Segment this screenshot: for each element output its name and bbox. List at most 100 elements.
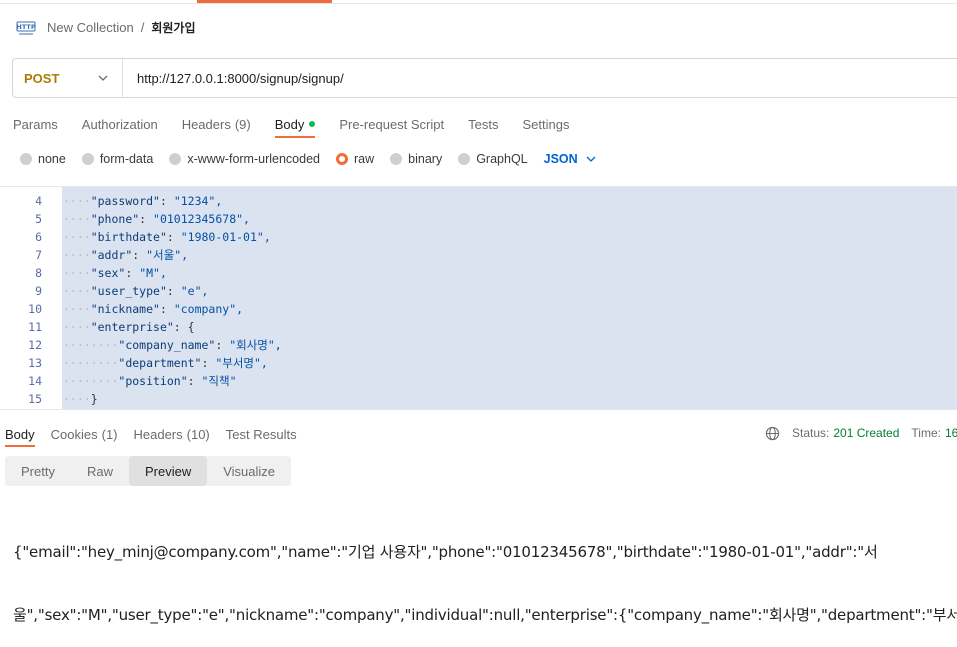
radio-label: binary	[408, 152, 443, 166]
code-text: "company_name": "회사명",	[118, 338, 282, 352]
radio-circle	[458, 153, 471, 165]
line-number: 13	[28, 356, 42, 370]
breadcrumb-collection[interactable]: New Collection	[47, 20, 134, 35]
code-text: }	[90, 392, 98, 406]
code-text: "phone": "01012345678",	[90, 212, 250, 226]
radio-raw[interactable]: raw	[336, 152, 374, 166]
status-label: Status:	[792, 426, 830, 440]
line-number: 12	[28, 338, 42, 352]
radio-label: form-data	[99, 152, 154, 166]
code-text: "enterprise": {	[90, 320, 195, 334]
modified-dot	[309, 121, 316, 127]
response-tab-test-results[interactable]: Test Results	[218, 421, 305, 447]
tab-label: Body	[5, 426, 35, 442]
radio-circle	[390, 153, 403, 165]
indent-whitespace: ····	[63, 302, 91, 316]
code-line: 4 ····"password": "1234",	[0, 192, 222, 210]
line-number: 14	[28, 374, 42, 388]
indent-whitespace: ····	[63, 392, 91, 406]
code-text: "department": "부서명",	[118, 356, 268, 370]
method-select[interactable]: POST	[13, 59, 123, 97]
indent-whitespace: ········	[63, 338, 119, 352]
status-value[interactable]: 201 Created	[833, 426, 899, 440]
http-request-icon: HTTP	[16, 18, 36, 36]
radio-graphql[interactable]: GraphQL	[458, 152, 528, 166]
tab-label: Headers	[181, 116, 231, 132]
line-number: 6	[35, 230, 42, 244]
response-tabs: Body Cookies (1) Headers (10) Test Results	[0, 421, 305, 447]
indent-whitespace: ····	[63, 212, 91, 226]
time-label: Time:	[911, 426, 941, 440]
tab-tests[interactable]: Tests	[456, 110, 510, 138]
tab-pre-request-script[interactable]: Pre-request Script	[327, 110, 456, 138]
radio-circle	[20, 153, 32, 165]
code-line: 11 ····"enterprise": {	[0, 318, 195, 336]
svg-text:HTTP: HTTP	[16, 23, 35, 31]
code-line: 5 ····"phone": "01012345678",	[0, 210, 250, 228]
line-number: 8	[35, 266, 42, 280]
tab-authorization[interactable]: Authorization	[70, 110, 170, 138]
line-number: 5	[35, 212, 42, 226]
request-body-editor[interactable]: 4 ····"password": "1234", 5 ····"phone": "0…	[0, 186, 957, 410]
response-view-mode: Pretty Raw Preview Visualize	[5, 456, 292, 486]
radio-label: none	[38, 152, 66, 166]
indent-whitespace: ········	[63, 356, 119, 370]
radio-label: raw	[354, 152, 375, 166]
code-text: "sex": "M",	[90, 266, 167, 280]
tab-label: Settings	[522, 116, 570, 132]
divider	[0, 3, 957, 4]
radio-circle	[169, 153, 182, 165]
radio-form-data[interactable]: form-data	[81, 152, 154, 166]
code-text: "addr": "서울",	[90, 248, 189, 262]
indent-whitespace: ····	[63, 230, 91, 244]
code-line: 13 ········"department": "부서명",	[0, 354, 268, 372]
radio-label: x-www-form-urlencoded	[187, 152, 320, 166]
view-preview[interactable]: Preview	[128, 456, 208, 486]
method-label: POST	[24, 70, 60, 86]
indent-whitespace: ········	[63, 374, 119, 388]
breadcrumb-request-name[interactable]: 회원가입	[151, 19, 195, 36]
tab-headers[interactable]: Headers (9)	[170, 110, 263, 138]
indent-whitespace: ····	[63, 266, 91, 280]
tab-body[interactable]: Body	[263, 110, 328, 138]
response-tab-headers[interactable]: Headers (10)	[126, 421, 218, 447]
code-text: "user_type": "e",	[90, 284, 209, 298]
response-body-preview: {"email":"hey_minj@company.com","name":"…	[13, 500, 957, 647]
view-raw[interactable]: Raw	[71, 456, 129, 486]
radio-none[interactable]: none	[20, 152, 66, 166]
code-text: "position": "직책"	[118, 374, 237, 388]
format-select[interactable]: JSON	[544, 152, 596, 166]
response-tab-body[interactable]: Body	[0, 421, 43, 447]
code-line: 8 ····"sex": "M",	[0, 264, 167, 282]
code-line: 15 ····}	[0, 390, 98, 408]
chevron-down-icon	[586, 156, 596, 162]
breadcrumb-separator: /	[140, 19, 145, 35]
radio-circle	[81, 153, 94, 165]
tab-label: Authorization	[81, 116, 158, 132]
tab-count: (9)	[234, 116, 251, 132]
radio-binary[interactable]: binary	[390, 152, 442, 166]
tab-label: Cookies	[50, 426, 98, 442]
time-value[interactable]: 16	[945, 426, 957, 440]
tab-settings[interactable]: Settings	[510, 110, 581, 138]
radio-circle	[336, 153, 348, 165]
line-number: 9	[35, 284, 42, 298]
view-visualize[interactable]: Visualize	[207, 456, 291, 486]
url-input[interactable]: http://127.0.0.1:8000/signup/signup/	[123, 71, 344, 86]
tab-count: (1)	[101, 426, 118, 442]
radio-x-www-form-urlencoded[interactable]: x-www-form-urlencoded	[169, 152, 320, 166]
line-number: 10	[28, 302, 42, 316]
format-label: JSON	[543, 152, 578, 166]
code-line: 14 ········"position": "직책"	[0, 372, 237, 390]
line-number: 7	[35, 248, 42, 262]
code-text: "birthdate": "1980-01-01",	[90, 230, 271, 244]
view-pretty[interactable]: Pretty	[5, 456, 71, 486]
body-type-selector: none form-data x-www-form-urlencoded raw…	[20, 149, 596, 169]
code-line: 7 ····"addr": "서울",	[0, 246, 188, 264]
globe-icon[interactable]	[765, 426, 780, 441]
response-tab-cookies[interactable]: Cookies (1)	[43, 421, 126, 447]
radio-label: GraphQL	[476, 152, 528, 166]
tab-params[interactable]: Params	[0, 110, 70, 138]
line-number: 4	[35, 194, 42, 208]
breadcrumb: HTTP New Collection / 회원가입	[16, 16, 196, 38]
